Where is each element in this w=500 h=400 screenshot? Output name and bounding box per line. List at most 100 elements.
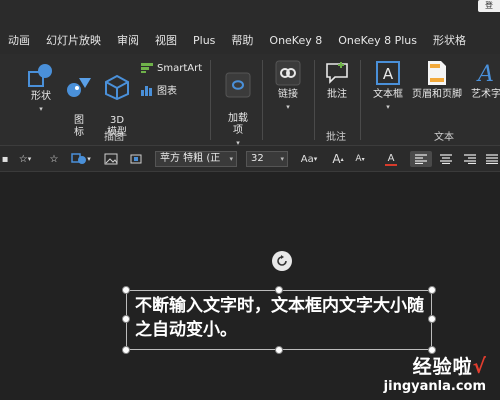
font-name-value: 苹方 特粗 (正 (160, 153, 221, 164)
icons-button[interactable]: 图 标 (64, 62, 94, 139)
chevron-down-icon: ▾ (280, 155, 284, 163)
brush-icon[interactable]: ▪ (0, 151, 10, 167)
align-right-button[interactable] (460, 151, 480, 167)
sign-in-button[interactable]: 登 (478, 0, 500, 12)
links-button[interactable]: 链接 ▾ (270, 60, 306, 113)
chevron-down-icon: ▾ (286, 103, 290, 111)
resize-handle-top[interactable] (275, 286, 283, 294)
resize-handle-top-right[interactable] (428, 286, 436, 294)
crop-icon[interactable] (126, 151, 146, 167)
wordart-button[interactable]: A 艺术字 (466, 60, 500, 101)
ribbon: 形状 ▾ 图 标 3D 模型 SmartArt 图表 插图 加载 项 ▾ 链接 … (0, 54, 500, 146)
resize-handle-bottom-left[interactable] (122, 346, 130, 354)
watermark-en: jingyanla.com (383, 379, 486, 394)
picture-icon[interactable] (102, 151, 120, 167)
chevron-down-icon: ▾ (229, 155, 233, 163)
icons-label: 图 标 (74, 115, 84, 138)
smartart-icon (141, 63, 153, 73)
textbox-icon: A (376, 61, 400, 85)
favorite-star-icon[interactable]: ☆ (46, 151, 62, 167)
watermark-cn: 经验啦 (412, 356, 473, 378)
chart-label: 图表 (157, 86, 177, 97)
chart-icon (141, 85, 152, 96)
change-case-label: Aa (300, 153, 314, 165)
icons-icon (67, 78, 91, 97)
smartart-button[interactable]: SmartArt (140, 62, 202, 74)
align-right-icon (464, 154, 476, 164)
wordart-label: 艺术字 (471, 89, 500, 100)
group-divider (210, 60, 211, 140)
tab-plus[interactable]: Plus (185, 28, 223, 54)
link-icon (275, 60, 301, 86)
shapes-button[interactable]: 形状 ▾ (24, 62, 58, 115)
comment-label: 批注 (327, 89, 347, 100)
shrink-font-button[interactable]: A ▾ (352, 151, 368, 167)
change-case-button[interactable]: Aa ▾ (296, 151, 322, 167)
align-left-button[interactable] (410, 151, 432, 167)
grow-font-label: A (332, 152, 341, 166)
comments-group-label: 批注 (326, 132, 346, 143)
align-center-icon (440, 154, 452, 164)
font-color-swatch (385, 163, 397, 166)
resize-handle-left[interactable] (122, 315, 130, 323)
rotate-icon (277, 255, 287, 266)
header-footer-icon (428, 61, 446, 85)
tab-help[interactable]: 帮助 (223, 28, 261, 54)
tab-shape-format[interactable]: 形状格 (425, 28, 474, 54)
rotate-handle[interactable] (272, 251, 292, 271)
cube-icon (105, 74, 129, 100)
justify-icon (486, 154, 498, 164)
tab-review[interactable]: 审阅 (109, 28, 147, 54)
chevron-down-icon: ▾ (39, 105, 43, 113)
tab-onekey8[interactable]: OneKey 8 (261, 28, 330, 54)
font-color-label: A (387, 152, 395, 164)
comment-button[interactable]: 批注 (322, 60, 352, 101)
font-color-button[interactable]: A (378, 151, 404, 167)
font-name-select[interactable]: 苹方 特粗 (正 ▾ (155, 151, 237, 167)
shape-fill-icon (71, 153, 87, 164)
star-dropdown[interactable]: ☆ ▾ (14, 151, 36, 167)
header-footer-label: 页眉和页脚 (412, 89, 462, 100)
selected-textbox[interactable]: 不断输入文字时，文本框内文字大小随之自动变小。 (126, 290, 432, 350)
star-icon: ☆ (18, 153, 28, 165)
addins-button[interactable]: 加载 项 ▾ (220, 60, 256, 146)
links-label: 链接 (278, 89, 298, 100)
resize-handle-top-left[interactable] (122, 286, 130, 294)
addins-label: 加载 项 (228, 113, 248, 136)
shapes-label: 形状 (31, 91, 51, 102)
justify-button[interactable] (484, 151, 500, 167)
textbox-button[interactable]: A 文本框 ▾ (368, 60, 408, 113)
smartart-label: SmartArt (157, 62, 203, 74)
tab-slideshow[interactable]: 幻灯片放映 (38, 28, 109, 54)
group-divider (360, 60, 361, 140)
grow-font-button[interactable]: A ▴ (330, 151, 346, 167)
align-left-icon (415, 154, 427, 164)
header-footer-button[interactable]: 页眉和页脚 (410, 60, 464, 101)
wordart-icon: A (476, 62, 494, 86)
group-divider (314, 60, 315, 140)
textbox-label: 文本框 (373, 89, 403, 100)
tab-animations[interactable]: 动画 (0, 28, 38, 54)
tab-view[interactable]: 视图 (147, 28, 185, 54)
textbox-content[interactable]: 不断输入文字时，文本框内文字大小随之自动变小。 (135, 294, 431, 342)
shapes-icon (28, 64, 52, 87)
chevron-down-icon: ▾ (386, 103, 390, 111)
watermark: 经验啦√ jingyanla.com (384, 352, 486, 394)
font-size-value: 32 (251, 153, 264, 164)
font-size-select[interactable]: 32 ▾ (246, 151, 288, 167)
tab-onekey8-plus[interactable]: OneKey 8 Plus (330, 28, 425, 54)
svg-text:A: A (383, 65, 394, 83)
title-bar: 登 (0, 0, 500, 28)
illustrations-group-label: 插图 (104, 132, 124, 143)
shape-fill-dropdown[interactable]: ▾ (66, 151, 96, 167)
resize-handle-right[interactable] (428, 315, 436, 323)
addins-icon (225, 72, 251, 98)
ribbon-tabs: 动画 幻灯片放映 审阅 视图 Plus 帮助 OneKey 8 OneKey 8… (0, 28, 500, 54)
text-group-label: 文本 (434, 132, 454, 143)
format-toolbar: ▪ ☆ ▾ ☆ ▾ 苹方 特粗 (正 ▾ 32 ▾ Aa ▾ A ▴ A ▾ A (0, 146, 500, 172)
resize-handle-bottom[interactable] (275, 346, 283, 354)
chart-button[interactable]: 图表 (140, 82, 177, 97)
svg-text:A: A (476, 62, 494, 86)
align-center-button[interactable] (436, 151, 456, 167)
chevron-down-icon: ▾ (236, 139, 240, 146)
